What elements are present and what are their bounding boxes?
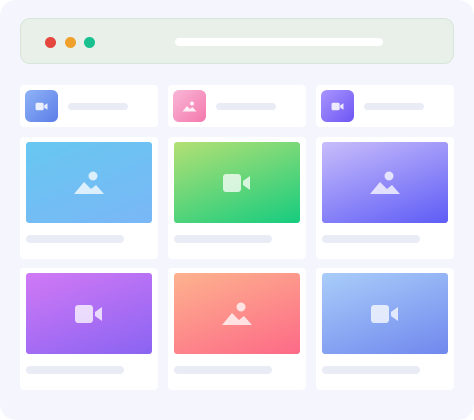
media-card[interactable] [20, 268, 158, 390]
media-card-title-placeholder [26, 366, 124, 374]
video-icon [25, 90, 58, 122]
media-thumbnail[interactable] [26, 142, 152, 223]
minimize-window-button[interactable] [65, 37, 76, 48]
video-icon [321, 90, 354, 122]
media-card[interactable] [316, 137, 454, 259]
media-card[interactable] [168, 268, 306, 390]
header-card[interactable] [316, 85, 454, 127]
media-card-title-placeholder [26, 235, 124, 243]
media-thumbnail[interactable] [174, 142, 300, 223]
close-window-button[interactable] [45, 37, 56, 48]
media-thumbnail[interactable] [322, 273, 448, 354]
image-icon [222, 302, 252, 325]
address-bar[interactable] [175, 38, 383, 46]
header-card[interactable] [168, 85, 306, 127]
video-icon [223, 173, 250, 192]
header-card-title-placeholder [364, 103, 424, 110]
image-icon [370, 171, 400, 194]
media-card-title-placeholder [174, 235, 272, 243]
header-card[interactable] [20, 85, 158, 127]
image-icon [173, 90, 206, 122]
media-card[interactable] [316, 268, 454, 390]
media-thumbnail[interactable] [322, 142, 448, 223]
maximize-window-button[interactable] [84, 37, 95, 48]
header-card-title-placeholder [68, 103, 128, 110]
media-thumbnail[interactable] [174, 273, 300, 354]
media-card[interactable] [20, 137, 158, 259]
app-window [0, 0, 474, 420]
media-card-title-placeholder [322, 235, 420, 243]
media-card[interactable] [168, 137, 306, 259]
media-card-title-placeholder [174, 366, 272, 374]
header-card-title-placeholder [216, 103, 276, 110]
media-card-title-placeholder [322, 366, 420, 374]
video-icon [371, 304, 398, 323]
video-icon [75, 304, 102, 323]
image-icon [74, 171, 104, 194]
media-thumbnail[interactable] [26, 273, 152, 354]
browser-toolbar [20, 18, 454, 64]
